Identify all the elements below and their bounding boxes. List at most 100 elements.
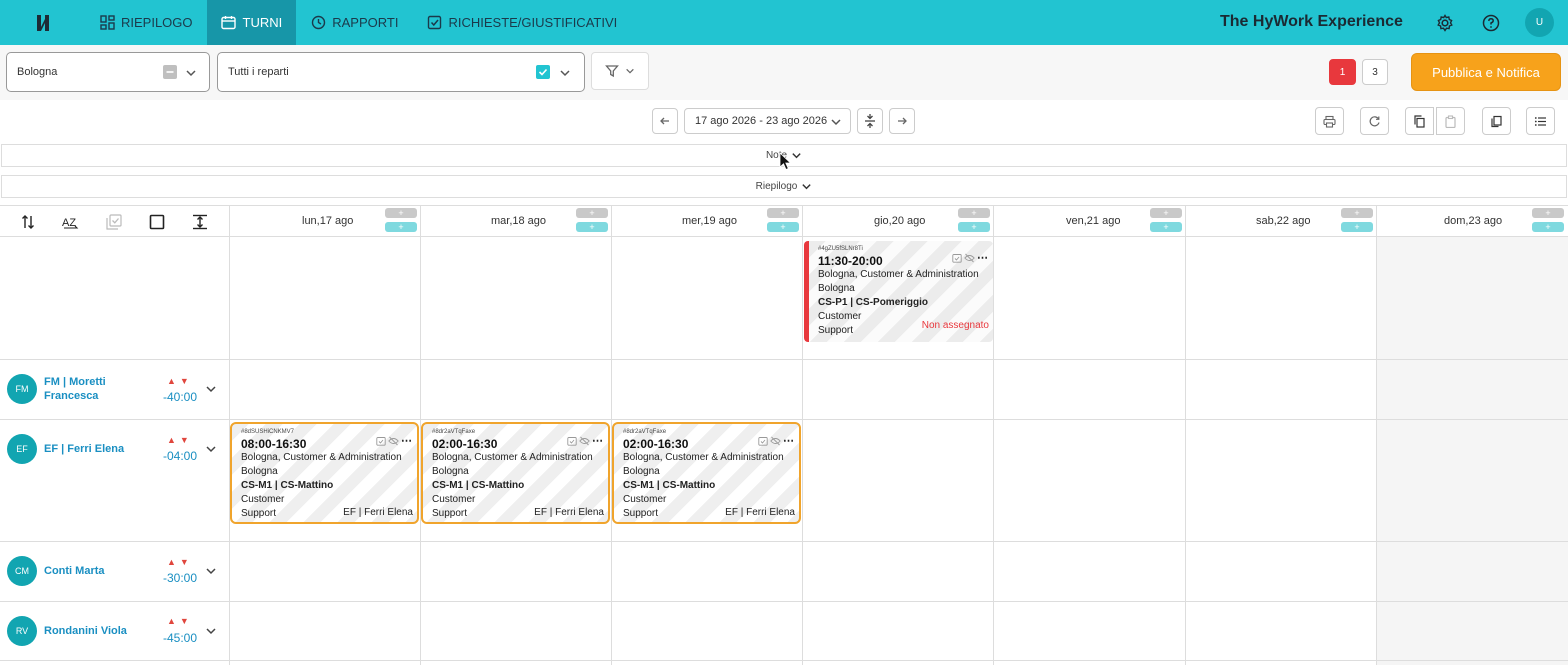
partial-checkbox-icon[interactable] [163,65,177,79]
divider [0,541,1568,542]
divider [0,601,1568,602]
chevron-down-icon[interactable] [205,625,217,637]
summary-section-toggle[interactable]: Riepilogo [1,175,1567,198]
employee-name[interactable]: FM | Moretti Francesca [44,375,106,403]
add-shift-button[interactable]: + [385,208,417,218]
duplicate-icon [1491,115,1502,127]
refresh-button[interactable] [1360,107,1389,135]
chevron-down-icon[interactable] [205,565,217,577]
location-select[interactable]: Bologna [6,52,210,92]
sort-alpha-icon[interactable]: AZ [62,213,80,231]
day-header: dom,23 ago [1444,215,1503,227]
publish-notify-button[interactable]: Pubblica e Notifica [1411,53,1561,91]
hours-arrows-icon: ▲▼ [167,435,193,445]
shift-dept: Customer [623,494,667,505]
add-shift-button[interactable]: + [767,208,799,218]
add-open-shift-button[interactable]: + [1341,222,1373,232]
shift-id: #8dSUSHiCNKMV7 [241,429,295,435]
employee-name[interactable]: Rondanini Viola [44,624,127,638]
sort-icon[interactable] [19,213,37,231]
next-week-button[interactable] [889,108,915,134]
app-logo[interactable] [0,0,85,45]
employee-name[interactable]: EF | Ferri Elena [44,442,124,456]
checkbox-empty-icon[interactable] [148,213,166,231]
employee-name[interactable]: Conti Marta [44,564,105,578]
chevron-down-icon[interactable] [205,443,217,455]
add-open-shift-button[interactable]: + [958,222,990,232]
shift-card[interactable]: #8dr2aVTqFaxe 02:00-16:30 Bologna, Custo… [612,422,801,524]
add-shift-button[interactable]: + [1341,208,1373,218]
alert-badge[interactable]: 1 [1329,59,1356,85]
shift-location: Bologna, Customer & Administration [432,452,593,463]
location-value: Bologna [17,66,58,78]
select-all-icon[interactable] [105,213,123,231]
dashboard-icon [99,15,115,31]
expand-rows-icon[interactable] [191,213,209,231]
more-options-icon[interactable]: ⋯ [592,436,603,447]
add-open-shift-button[interactable]: + [767,222,799,232]
employee-name-line: FM | Moretti [44,376,106,388]
department-select[interactable]: Tutti i reparti [217,52,585,92]
brand-title: The HyWork Experience [1220,13,1403,30]
tab-rapporti[interactable]: RAPPORTI [296,0,412,45]
paste-button[interactable] [1436,107,1465,135]
mouse-cursor-icon [779,152,792,171]
divider [802,205,803,665]
chevron-down-icon[interactable] [205,383,217,395]
check-icon[interactable] [536,65,550,79]
list-view-button[interactable] [1526,107,1555,135]
eye-off-icon [579,436,590,446]
employee-name-line: Rondanini Viola [44,625,127,637]
list-icon [1534,116,1546,126]
print-button[interactable] [1315,107,1344,135]
shift-card[interactable]: #8dSUSHiCNKMV7 08:00-16:30 Bologna, Cust… [230,422,419,524]
add-open-shift-button[interactable]: + [385,222,417,232]
avatar: RV [7,616,37,646]
add-shift-button[interactable]: + [1150,208,1182,218]
more-options-icon[interactable]: ⋯ [977,253,988,264]
collapse-rows-button[interactable] [857,108,883,134]
divider [0,205,1568,206]
prev-week-button[interactable] [652,108,678,134]
shift-actions: ⋯ [758,436,794,447]
logo-icon [36,14,49,31]
day-header: sab,22 ago [1256,215,1311,227]
hours-arrows-icon: ▲▼ [167,557,193,567]
copy-button[interactable] [1405,107,1434,135]
more-options-icon[interactable]: ⋯ [783,436,794,447]
shift-city: Bologna [623,466,660,477]
add-open-shift-button[interactable]: + [576,222,608,232]
chevron-down-icon [626,68,634,74]
divider [1376,205,1377,665]
employee-hours: -40:00 [163,390,198,404]
calendar-check-icon [376,437,386,446]
tab-turni[interactable]: TURNI [206,0,297,45]
help-icon[interactable] [1480,12,1502,34]
unassigned-shift-card[interactable]: #4gZU5fSLNr8Ti 11:30-20:00 Bologna, Cust… [804,241,993,342]
shift-id: #4gZU5fSLNr8Ti [818,246,863,252]
date-range-select[interactable]: 17 ago 2026 - 23 ago 2026 [684,108,851,134]
tab-riepilogo[interactable]: RIEPILOGO [85,0,207,45]
add-open-shift-button[interactable]: + [1532,222,1564,232]
chevron-down-icon [186,70,196,77]
tab-richieste[interactable]: RICHIESTE/GIUSTIFICATIVI [412,0,631,45]
add-shift-button[interactable]: + [958,208,990,218]
day-header: ven,21 ago [1066,215,1121,227]
filter-button[interactable] [591,52,649,90]
add-open-shift-button[interactable]: + [1150,222,1182,232]
user-avatar[interactable]: U [1525,8,1554,37]
gear-icon[interactable] [1434,12,1456,34]
shift-city: Bologna [241,466,278,477]
more-options-icon[interactable]: ⋯ [401,436,412,447]
duplicate-week-button[interactable] [1482,107,1511,135]
shift-location: Bologna, Customer & Administration [623,452,784,463]
count-badge[interactable]: 3 [1362,59,1388,85]
eye-off-icon [388,436,399,446]
shift-assignee: EF | Ferri Elena [534,507,604,518]
add-shift-button[interactable]: + [1532,208,1564,218]
add-shift-button[interactable]: + [576,208,608,218]
divider [0,359,1568,360]
shift-dept: Customer [241,494,285,505]
employee-hours: -30:00 [163,571,198,585]
shift-card[interactable]: #8dr2aVTqFaxe 02:00-16:30 Bologna, Custo… [421,422,610,524]
